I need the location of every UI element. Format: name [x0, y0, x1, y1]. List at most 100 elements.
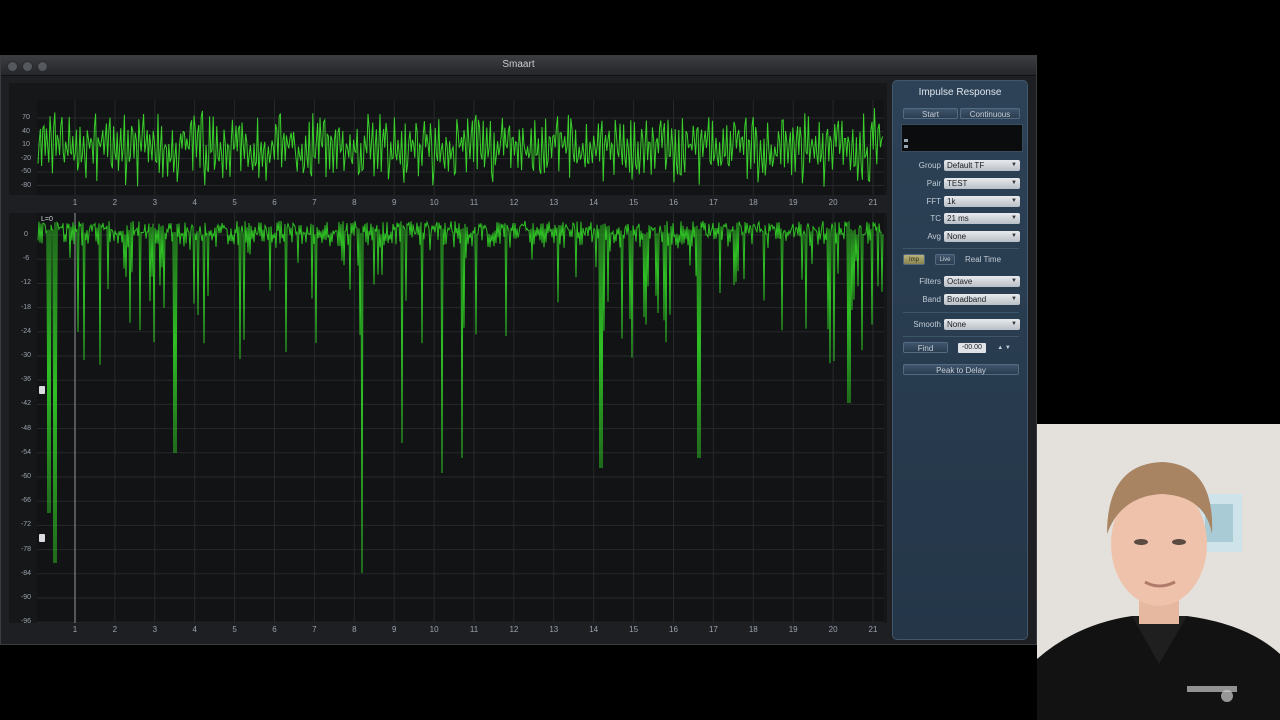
y-tick-label: -6 — [22, 255, 30, 263]
x-tick-label: 9 — [391, 625, 397, 634]
x-tick-label: 5 — [232, 198, 237, 207]
filters-dropdown[interactable]: Octave ▼ — [944, 276, 1020, 287]
y-tick-label: -96 — [20, 618, 32, 626]
x-tick-label: 7 — [312, 198, 317, 207]
chevron-down-icon: ▼ — [1011, 162, 1017, 168]
x-tick-label: 11 — [469, 198, 479, 207]
x-tick-label: 16 — [669, 198, 678, 207]
x-tick-label: 1 — [72, 198, 78, 207]
mode-imp-toggle[interactable]: Imp — [903, 254, 925, 265]
waveform-plot[interactable]: 70 40 10 -20 -50 -80 1 2 3 4 5 6 7 8 9 10 11 12 13 14 15 16 1… — [9, 83, 887, 210]
impulse-response-graph — [9, 213, 887, 639]
x-tick-label: 19 — [788, 625, 798, 634]
x-tick-label: 13 — [549, 625, 559, 634]
x-tick-label: 18 — [748, 198, 758, 207]
peak-to-delay-button[interactable]: Peak to Delay — [903, 364, 1019, 375]
y-tick-label: 10 — [22, 141, 30, 148]
smaart-window: Smaart 70 40 10 -20 -50 -80 1 2 3 4 5 6 7 8 9 10 11 12 13… — [0, 55, 1037, 645]
x-tick-label: 21 — [868, 198, 878, 207]
x-tick-label: 10 — [429, 625, 439, 634]
tc-dropdown[interactable]: 21 ms ▼ — [944, 213, 1020, 224]
webcam-video — [1037, 424, 1280, 720]
window-title: Smaart — [502, 59, 535, 70]
divider — [903, 248, 1019, 249]
x-tick-label: 2 — [112, 625, 118, 634]
y-tick-label: -30 — [20, 352, 32, 359]
x-tick-label: 19 — [788, 198, 798, 207]
x-tick-label: 9 — [391, 198, 397, 207]
y-tick-label: -90 — [20, 594, 32, 601]
y-tick-label: -18 — [20, 303, 32, 311]
smooth-dropdown[interactable]: None ▼ — [944, 319, 1020, 330]
avg-dropdown[interactable]: None ▼ — [944, 231, 1020, 242]
y-tick-label: -42 — [20, 400, 32, 408]
x-tick-label: 4 — [192, 625, 197, 634]
mode-live-toggle[interactable]: Live — [935, 254, 955, 265]
continuous-button[interactable]: Continuous — [960, 108, 1020, 119]
chevron-down-icon: ▼ — [1011, 233, 1017, 239]
x-tick-label: 18 — [748, 625, 758, 634]
filters-label: Filters — [919, 277, 941, 286]
smooth-label: Smooth — [913, 320, 941, 329]
impulse-response-panel: Impulse Response Start Continuous Group … — [892, 80, 1028, 640]
tc-value: 21 ms — [947, 214, 969, 223]
chevron-down-icon: ▼ — [1011, 321, 1017, 327]
impulse-response-plot[interactable]: L=0 0 -6 -12 -18 -24 -30 -36 -42 -48 -54 -60 -66 -72… — [9, 213, 887, 639]
group-value: Default TF — [947, 161, 985, 170]
x-tick-label: 16 — [669, 625, 678, 634]
x-tick-label: 8 — [352, 625, 357, 634]
y-tick-label: 40 — [22, 127, 30, 135]
group-dropdown[interactable]: Default TF ▼ — [944, 160, 1020, 171]
smooth-value: None — [947, 320, 967, 329]
chevron-down-icon: ▼ — [1011, 296, 1017, 302]
x-tick-label: 6 — [272, 198, 277, 207]
band-value: Broadband — [947, 295, 987, 304]
avg-label: Avg — [927, 232, 941, 241]
x-tick-label: 15 — [629, 198, 639, 207]
band-label: Band — [922, 295, 941, 304]
chevron-down-icon: ▼ — [1011, 278, 1017, 284]
find-stepper[interactable]: ▲ ▼ — [991, 343, 1017, 353]
fft-value: 1k — [947, 197, 956, 206]
x-tick-label: 15 — [629, 625, 639, 634]
fft-dropdown[interactable]: 1k ▼ — [944, 196, 1020, 207]
band-dropdown[interactable]: Broadband ▼ — [944, 294, 1020, 305]
avg-value: None — [947, 232, 967, 241]
x-tick-label: 12 — [509, 625, 519, 634]
x-tick-label: 12 — [509, 198, 519, 207]
tc-label: TC — [930, 214, 941, 223]
find-button[interactable]: Find — [903, 342, 948, 353]
y-tick-label: -78 — [20, 545, 32, 553]
x-tick-label: 20 — [828, 198, 838, 207]
x-tick-label: 1 — [72, 625, 78, 634]
x-tick-label: 3 — [152, 198, 158, 207]
x-tick-label: 10 — [429, 198, 439, 207]
y-tick-label: -80 — [20, 181, 32, 189]
presenter-image — [1037, 424, 1280, 720]
chevron-down-icon: ▼ — [1011, 198, 1017, 204]
y-tick-label: -54 — [20, 448, 32, 456]
y-tick-label: -66 — [20, 497, 32, 505]
pair-label: Pair — [926, 179, 941, 188]
level-meter — [901, 124, 1023, 152]
find-value-field[interactable]: -00.00 — [958, 343, 986, 353]
x-tick-label: 6 — [272, 625, 277, 634]
start-button[interactable]: Start — [903, 108, 958, 119]
x-tick-label: 2 — [112, 198, 118, 207]
waveform-graph — [9, 100, 887, 210]
y-tick-label: -36 — [20, 376, 32, 384]
real-time-label[interactable]: Real Time — [965, 255, 1001, 264]
y-tick-label: 0 — [24, 231, 28, 238]
y-tick-label: -72 — [20, 521, 32, 529]
divider — [903, 336, 1019, 337]
panel-title: Impulse Response — [918, 87, 1002, 98]
y-tick-label: -48 — [20, 424, 32, 432]
pair-dropdown[interactable]: TEST ▼ — [944, 178, 1020, 189]
y-tick-label: -20 — [20, 154, 32, 162]
y-tick-label: -84 — [20, 569, 32, 577]
x-tick-label: 7 — [312, 625, 317, 634]
x-tick-label: 20 — [828, 625, 838, 634]
filters-value: Octave — [947, 277, 973, 286]
y-tick-label: -12 — [20, 279, 32, 287]
x-tick-label: 11 — [469, 625, 479, 634]
